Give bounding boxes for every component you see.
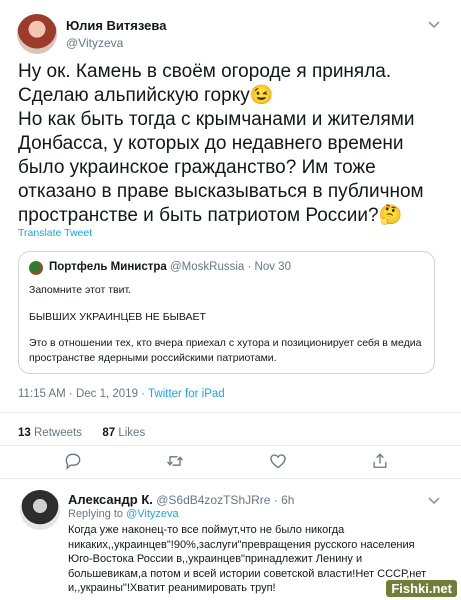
reply-button[interactable] (63, 451, 87, 473)
divider (0, 445, 461, 446)
reply-author-name[interactable]: Александр К. (68, 492, 153, 507)
reply-text: Когда уже наконец-то все поймут,что не б… (68, 524, 427, 594)
quoted-line-3: Это в отношении тех, кто вчера приехал с… (29, 337, 422, 364)
retweets-stat[interactable]: 13 Retweets (18, 427, 82, 439)
reply-more-options-chevron-down-icon[interactable] (428, 494, 440, 508)
replying-to-mention[interactable]: @Vityzeva (126, 508, 179, 520)
quoted-date: · Nov 30 (247, 261, 291, 273)
author-handle: @Vityzeva (66, 34, 123, 52)
author-handle-text: @Vityzeva (66, 36, 124, 50)
share-button[interactable] (370, 451, 394, 473)
tweet-source-link[interactable]: Twitter for iPad (148, 388, 225, 400)
likes-label: Likes (118, 427, 146, 439)
quoted-author-name: Портфель Министра (49, 261, 167, 273)
tweet-stats: 13 Retweets 87 Likes (18, 427, 145, 439)
quoted-line-2: БЫВШИХ УКРАИНЦЕВ НЕ БЫВАЕТ (29, 311, 206, 323)
author-name-text[interactable]: Юлия Витязева (66, 18, 166, 33)
retweets-label: Retweets (34, 427, 82, 439)
share-icon (373, 453, 387, 468)
reply-header: Александр К. @S6dB4zozTShJRre · 6h (68, 492, 294, 507)
retweet-icon (166, 456, 184, 466)
reply-time[interactable]: · 6h (274, 493, 295, 507)
quoted-tweet-card[interactable]: Портфель Министра @MoskRussia · Nov 30 З… (18, 251, 435, 374)
author-avatar[interactable] (17, 14, 57, 54)
like-icon (270, 454, 286, 469)
quoted-author-handle: @MoskRussia (170, 261, 245, 273)
divider (0, 478, 461, 479)
watermark: Fishki.net (386, 580, 457, 597)
tweet-timestamp[interactable]: 11:15 AM · Dec 1, 2019 · (18, 388, 145, 400)
divider (0, 412, 461, 413)
reply-author-handle[interactable]: @S6dB4zozTShJRre (156, 493, 270, 507)
likes-stat[interactable]: 87 Likes (102, 427, 145, 439)
retweet-button[interactable] (165, 451, 189, 473)
replying-to: Replying to @Vityzeva (68, 508, 179, 520)
more-options-chevron-down-icon[interactable] (428, 18, 440, 32)
retweets-count: 13 (18, 427, 31, 439)
quoted-tweet-header: Портфель Министра @MoskRussia · Nov 30 (49, 261, 291, 273)
author-name[interactable]: Юлия Витязева (66, 17, 166, 35)
likes-count: 87 (102, 427, 116, 439)
reply-author-avatar[interactable] (20, 490, 60, 530)
tweet-meta: 11:15 AM · Dec 1, 2019 · Twitter for iPa… (18, 388, 225, 400)
like-button[interactable] (268, 451, 292, 473)
quoted-line-1: Запомните этот твит. (29, 284, 132, 296)
quoted-author-avatar (29, 261, 43, 275)
translate-tweet-link[interactable]: Translate Tweet (18, 227, 92, 239)
reply-icon (65, 453, 81, 470)
tweet-text: Ну ок. Камень в своём огороде я приняла.… (18, 61, 424, 226)
replying-to-prefix: Replying to (68, 508, 124, 520)
